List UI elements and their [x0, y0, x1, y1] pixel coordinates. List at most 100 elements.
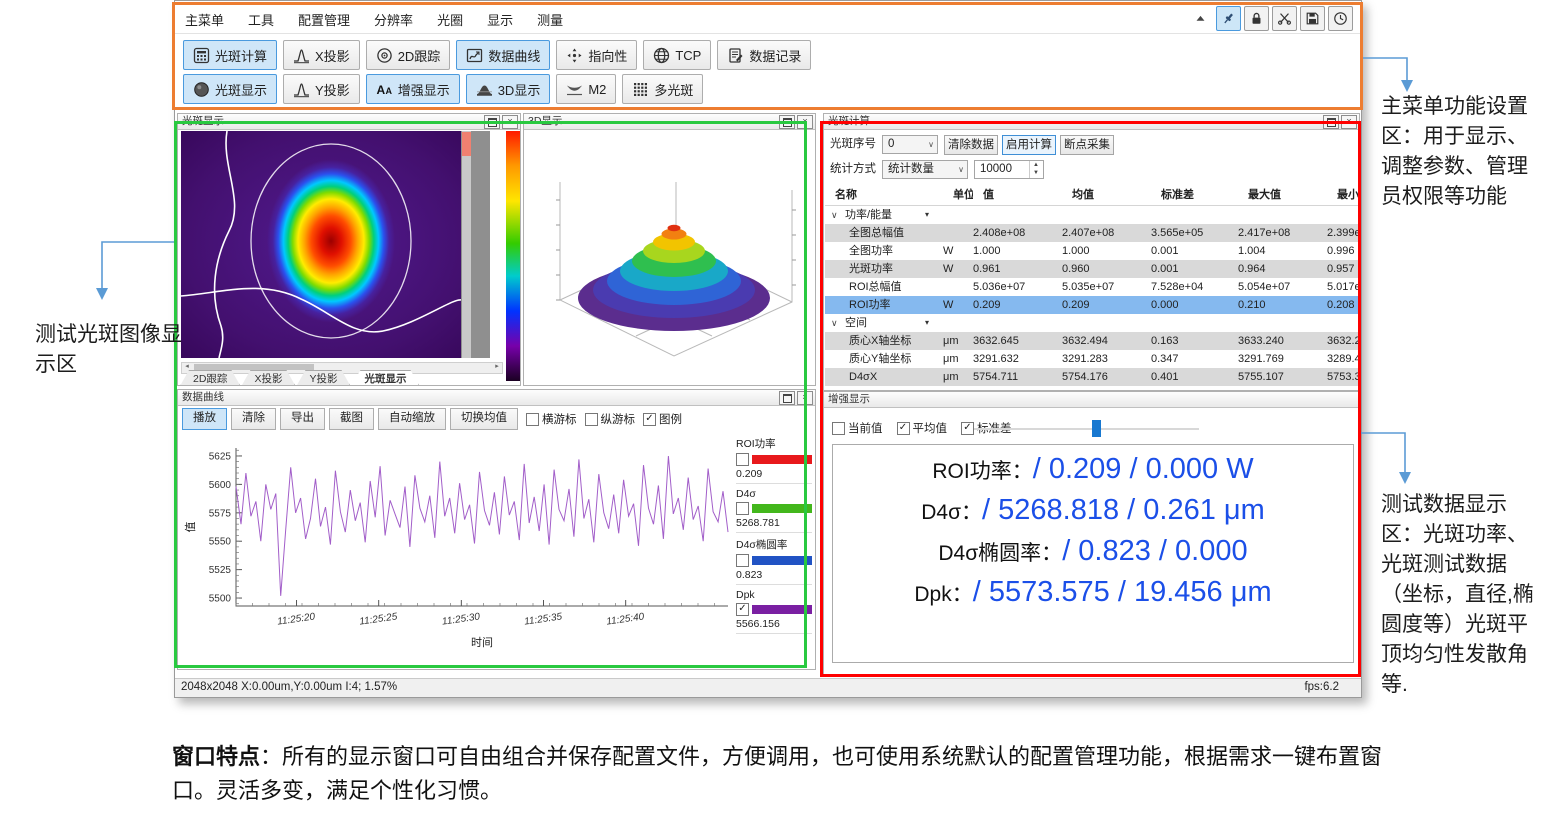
menu-item-5[interactable]: 显示 — [487, 10, 513, 29]
collapse-icon[interactable] — [1188, 6, 1213, 31]
cut-icon[interactable] — [1272, 6, 1297, 31]
tab-Y投影[interactable]: Y投影 — [296, 370, 350, 386]
float-icon[interactable] — [779, 391, 795, 405]
curve-checkbox-纵游标[interactable]: 纵游标 — [585, 411, 636, 427]
toolbar-button-data-curve[interactable]: 数据曲线 — [456, 40, 550, 70]
toolbar-button-3d-display[interactable]: 3D显示 — [466, 74, 551, 104]
history-icon[interactable] — [1328, 6, 1353, 31]
beam-tabs: 2D跟踪X投影Y投影光斑显示 — [180, 370, 419, 386]
curve-button-清除[interactable]: 清除 — [231, 408, 276, 430]
toolbar-button-enhanced-display[interactable]: AA增强显示 — [366, 74, 460, 104]
close-icon[interactable]: × — [1341, 115, 1357, 129]
table-row[interactable]: ROI功率W0.2090.2090.0000.2100.208151 — [825, 296, 1358, 314]
stat-mode-select[interactable]: 统计数量 — [882, 160, 968, 179]
enhance-checkbox-平均值[interactable]: ✓平均值 — [897, 420, 948, 436]
table-row[interactable]: 光斑功率W0.9610.9600.0010.9640.957151 — [825, 260, 1358, 278]
curve-button-截图[interactable]: 截图 — [329, 408, 374, 430]
menu-item-4[interactable]: 光圈 — [437, 10, 463, 29]
toolbar-button-y-projection[interactable]: Y投影 — [283, 74, 360, 104]
toolbar-button-label: M2 — [588, 82, 606, 97]
breakpoint-capture-button[interactable]: 断点采集 — [1060, 135, 1114, 155]
scroll-right-icon[interactable]: ▸ — [492, 363, 502, 371]
close-icon[interactable]: × — [797, 115, 813, 129]
enhance-slider-track[interactable] — [974, 428, 1199, 430]
curve-button-自动缩放[interactable]: 自动缩放 — [378, 408, 446, 430]
toolbar-button-m2[interactable]: M2 — [556, 74, 616, 104]
checkbox-icon[interactable]: ✓ — [643, 413, 656, 426]
svg-text:11:25:30: 11:25:30 — [441, 611, 481, 627]
pin-icon[interactable] — [1216, 6, 1241, 31]
table-row[interactable]: 质心X轴坐标μm3632.6453632.4940.1633633.240363… — [825, 332, 1358, 350]
legend-color-bar — [752, 455, 812, 464]
table-group-空间[interactable]: ∨空间▾ — [825, 314, 1358, 332]
surface-3d-plot[interactable] — [524, 130, 815, 386]
filter-icon[interactable]: ▾ — [925, 206, 929, 224]
toolbar-button-spot-display[interactable]: 光斑显示 — [183, 74, 277, 104]
annotation-bottom-right: 测试数据显示区：光斑功率、光斑测试数据（坐标，直径,椭圆度等）光斑平顶均匀性发散… — [1381, 490, 1545, 700]
enable-calc-button[interactable]: 启用计算 — [1002, 135, 1056, 155]
toolbar-button-multi-spot[interactable]: 多光斑 — [622, 74, 703, 104]
legend-checkbox[interactable] — [736, 453, 749, 466]
menubar: 主菜单 工具 配置管理 分辨率 光圈 显示 测量 — [185, 8, 563, 30]
table-row[interactable]: 全图总幅值2.408e+082.407e+083.565e+052.417e+0… — [825, 224, 1358, 242]
curve-button-切换均值[interactable]: 切换均值 — [450, 408, 518, 430]
legend-checkbox[interactable]: ✓ — [736, 603, 749, 616]
table-row[interactable]: ROI总幅值5.036e+075.035e+077.528e+045.054e+… — [825, 278, 1358, 296]
clear-data-button[interactable]: 清除数据 — [944, 135, 998, 155]
menu-item-0[interactable]: 主菜单 — [185, 10, 224, 29]
checkbox-icon[interactable] — [526, 413, 539, 426]
menu-item-2[interactable]: 配置管理 — [298, 10, 350, 29]
beam-vertical-scrollbar[interactable] — [462, 131, 471, 358]
beam-image — [181, 131, 461, 358]
tab-光斑显示[interactable]: 光斑显示 — [351, 370, 419, 386]
expander-icon[interactable]: ∨ — [831, 206, 838, 224]
checkbox-icon[interactable]: ✓ — [961, 422, 974, 435]
table-row[interactable]: 质心Y轴坐标μm3291.6323291.2830.3473291.769328… — [825, 350, 1358, 368]
tab-2D跟踪[interactable]: 2D跟踪 — [180, 370, 240, 386]
curve-button-导出[interactable]: 导出 — [280, 408, 325, 430]
enhance-slider-handle[interactable] — [1092, 420, 1101, 437]
float-icon[interactable] — [1323, 115, 1339, 129]
curve-checkbox-横游标[interactable]: 横游标 — [526, 411, 577, 427]
legend-checkbox[interactable] — [736, 554, 749, 567]
legend-checkbox[interactable] — [736, 502, 749, 515]
toolbar-button-data-record[interactable]: 数据记录 — [717, 40, 811, 70]
expander-icon[interactable]: ∨ — [831, 314, 838, 332]
close-icon[interactable]: × — [797, 391, 813, 405]
curve-checkbox-图例[interactable]: ✓图例 — [643, 411, 682, 427]
spot-seq-select[interactable]: 0 — [882, 135, 938, 154]
toolbar-button-tcp[interactable]: TCP — [643, 40, 711, 70]
menu-item-6[interactable]: 测量 — [537, 10, 563, 29]
table-row[interactable]: D4σXμm5754.7115754.1760.4015755.1075753.… — [825, 368, 1358, 386]
toolbar-button-x-projection[interactable]: X投影 — [283, 40, 360, 70]
enhanced-display-panel: 增强显示 当前值✓平均值✓标准差 ROI功率：/ 0.209 / 0.000 W… — [823, 391, 1360, 677]
menu-item-1[interactable]: 工具 — [248, 10, 274, 29]
checkbox-icon[interactable]: ✓ — [897, 422, 910, 435]
legend-color-bar — [752, 504, 812, 513]
svg-text:5625: 5625 — [209, 451, 232, 462]
toolbar-button-directionality[interactable]: 指向性 — [556, 40, 637, 70]
arrow-left — [102, 242, 174, 288]
toolbar-button-2d-tracking[interactable]: 2D跟踪 — [366, 40, 451, 70]
close-icon[interactable]: × — [502, 115, 518, 129]
spinner-arrows-icon[interactable]: ▲▼ — [1029, 161, 1042, 178]
menu-item-3[interactable]: 分辨率 — [374, 10, 413, 29]
beam-image-canvas[interactable] — [181, 131, 490, 358]
readout-Dpk: Dpk：/ 5573.575 / 19.456 μm — [833, 576, 1353, 609]
curve-legend: ROI功率 0.209D4σ 5268.781D4σ椭圆率 0.823Dpk ✓… — [736, 432, 812, 634]
float-icon[interactable] — [779, 115, 795, 129]
checkbox-icon[interactable] — [585, 413, 598, 426]
filter-icon[interactable]: ▾ — [925, 314, 929, 332]
lock-icon[interactable] — [1244, 6, 1269, 31]
tab-X投影[interactable]: X投影 — [241, 370, 295, 386]
float-icon[interactable] — [484, 115, 500, 129]
stat-count-spinner[interactable]: 10000 ▲▼ — [974, 160, 1044, 179]
checkbox-icon[interactable] — [832, 422, 845, 435]
save-icon[interactable] — [1300, 6, 1325, 31]
curve-button-播放[interactable]: 播放 — [182, 408, 227, 430]
toolbar-button-spot-calc[interactable]: 光斑计算 — [183, 40, 277, 70]
table-group-功率/能量[interactable]: ∨功率/能量▾ — [825, 206, 1358, 224]
enhance-checkbox-当前值[interactable]: 当前值 — [832, 420, 883, 436]
table-row[interactable]: 全图功率W1.0001.0000.0011.0040.996151 — [825, 242, 1358, 260]
trend-chart[interactable]: 56255600557555505525550011:25:2011:25:25… — [180, 432, 736, 664]
